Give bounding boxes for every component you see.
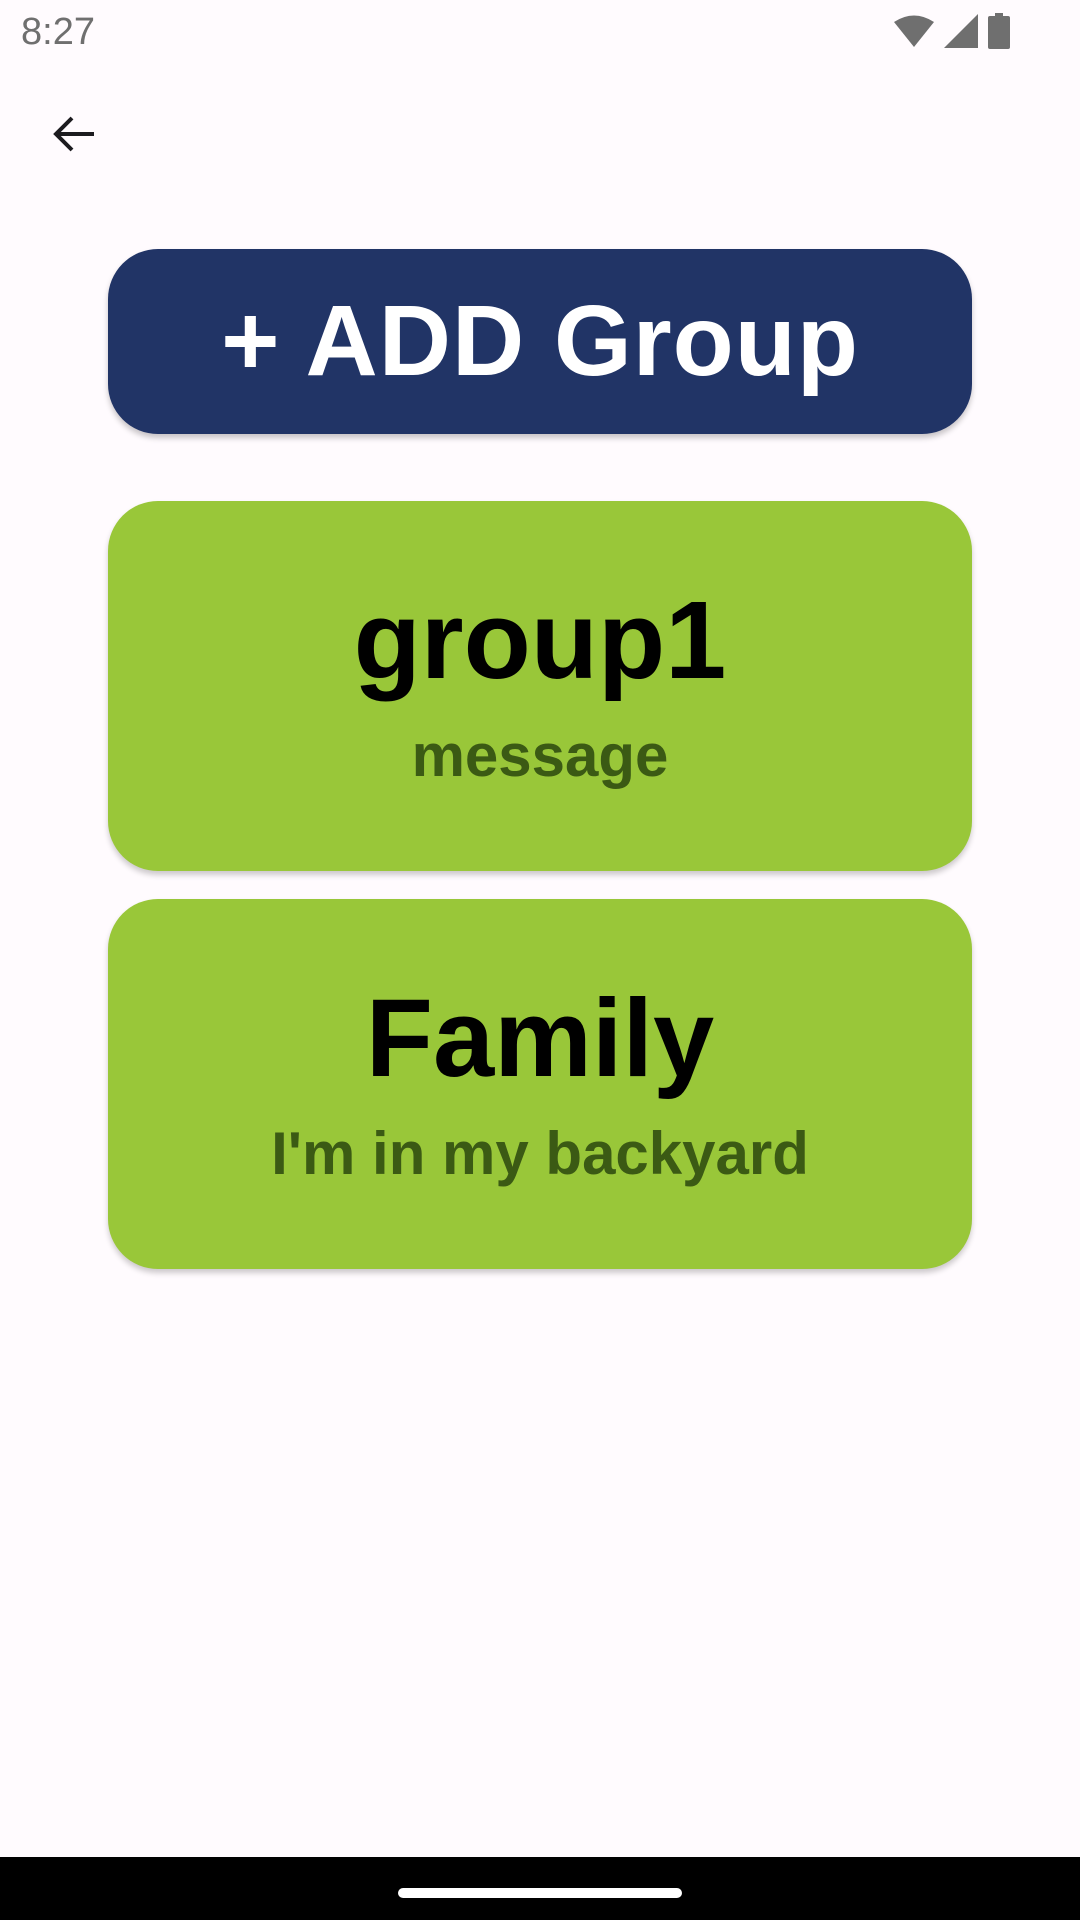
group-last-message: message [411,722,669,789]
home-indicator[interactable] [398,1888,682,1898]
status-time: 8:27 [21,11,95,53]
group-last-message: I'm in my backyard [271,1120,809,1187]
add-group-label: + ADD Group [221,285,859,397]
battery-icon [988,13,1010,49]
status-icons [894,13,1010,49]
group-name: group1 [353,579,727,702]
cellular-signal-icon [944,14,978,48]
group-card-group1[interactable]: group1 message [108,501,972,871]
group-card-family[interactable]: Family I'm in my backyard [108,899,972,1269]
wifi-icon [894,15,934,47]
arrow-back-icon [50,110,98,163]
add-group-button[interactable]: + ADD Group [108,249,972,434]
status-bar: 8:27 [0,0,1080,64]
group-name: Family [365,977,715,1100]
back-button[interactable] [38,100,110,172]
